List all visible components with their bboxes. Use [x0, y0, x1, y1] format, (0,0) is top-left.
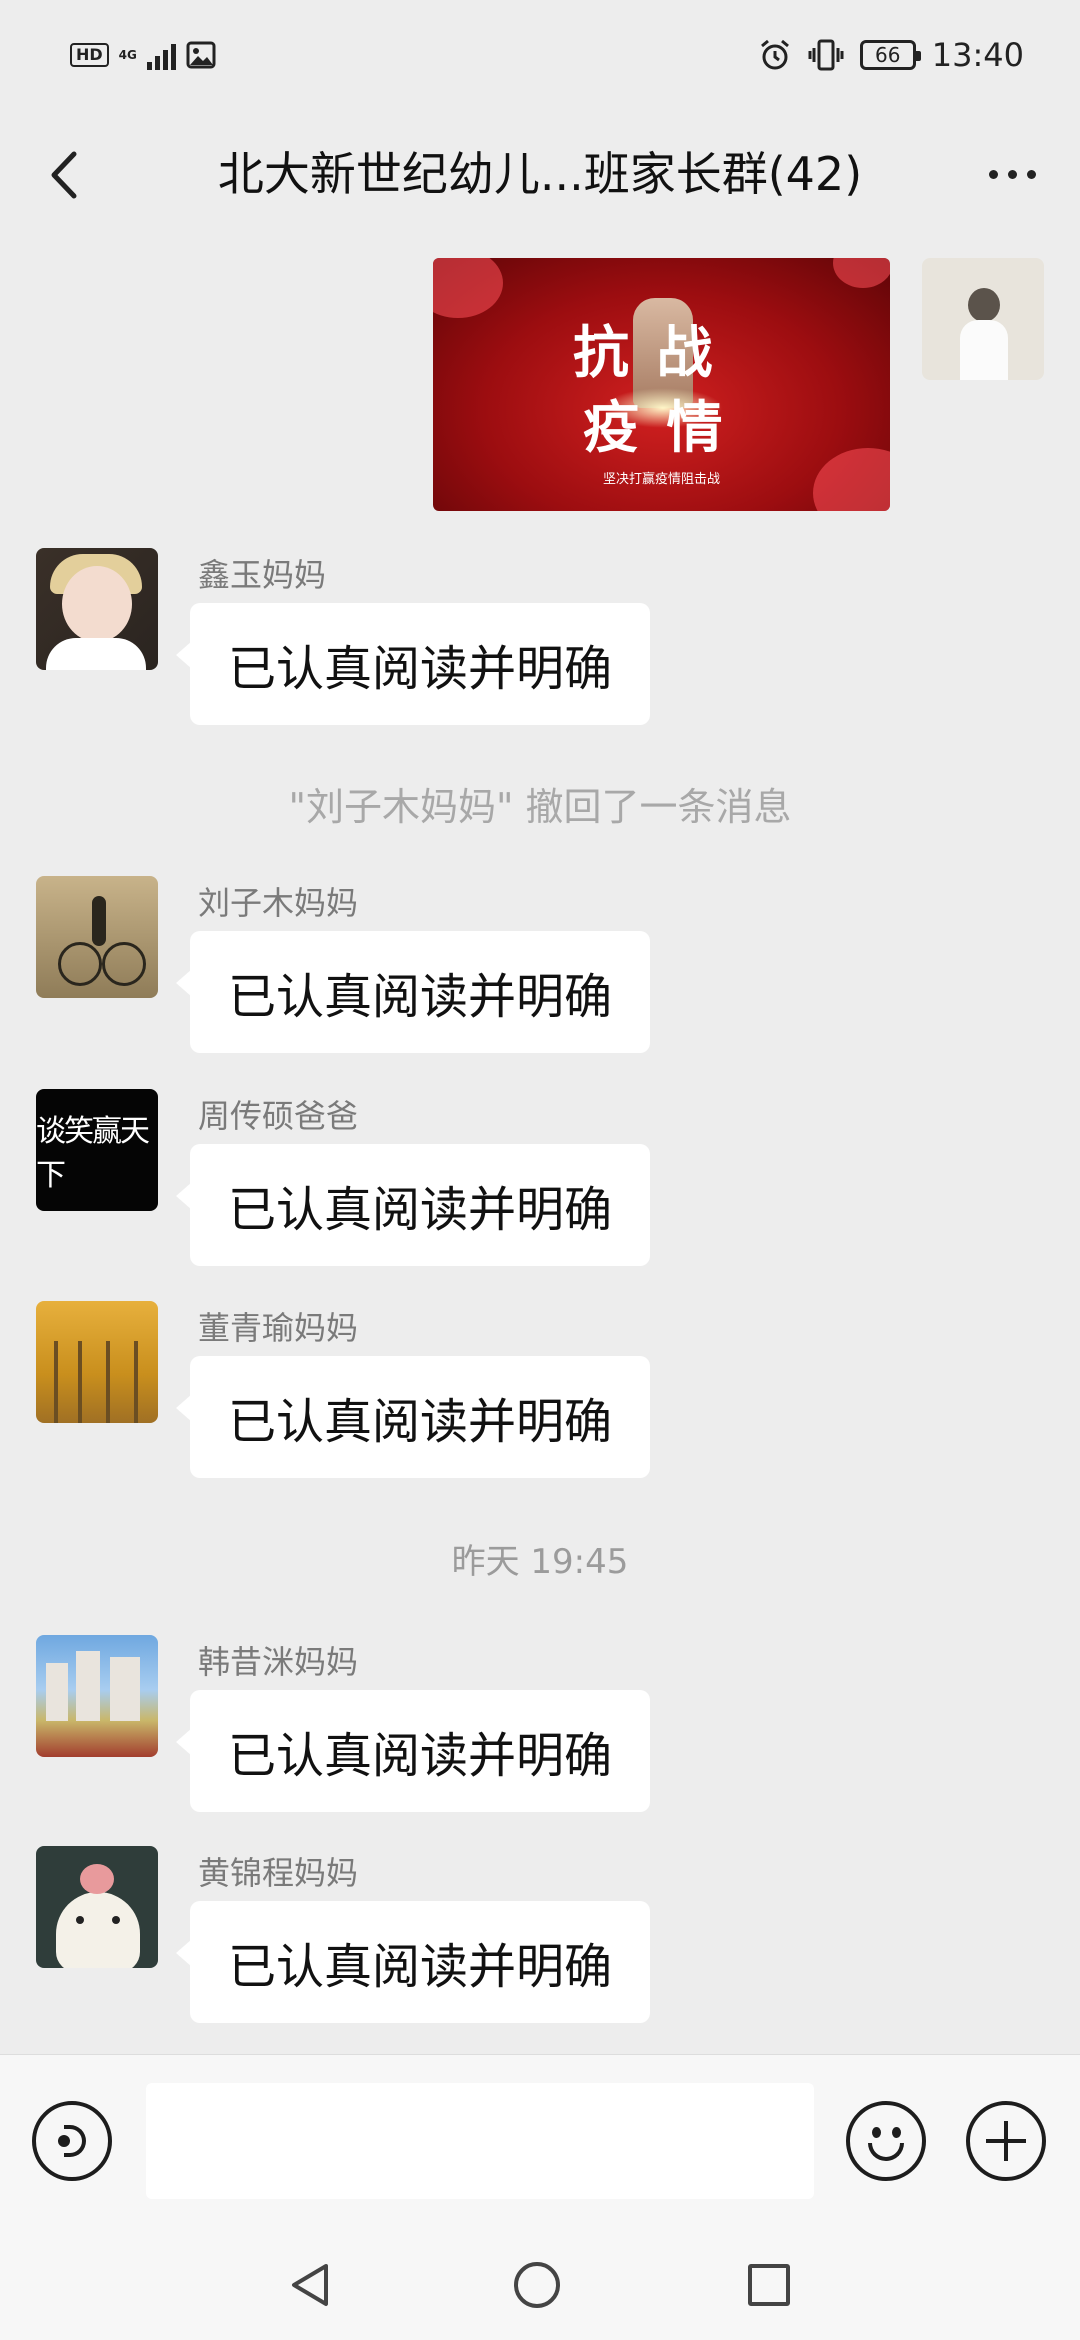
- image-text-line1: 抗 战: [573, 320, 717, 386]
- image-caption: 坚决打赢疫情阻击战: [602, 472, 720, 487]
- dot-icon: [988, 169, 998, 179]
- status-left: HD 4G: [70, 40, 216, 70]
- message-bubble[interactable]: 已认真阅读并明确: [175, 1144, 651, 1266]
- vibrate-icon: [808, 39, 844, 71]
- message-input[interactable]: [146, 2083, 814, 2199]
- image-message[interactable]: 抗 战 疫 情 坚决打赢疫情阻击战: [433, 258, 890, 511]
- avatar[interactable]: [36, 876, 158, 998]
- dot-icon: [1007, 169, 1017, 179]
- nav-home-icon[interactable]: [514, 2262, 560, 2308]
- avatar-calligraphy: 谈笑赢天下: [36, 1114, 150, 1193]
- image-notification-icon: [186, 41, 216, 69]
- network-label: 4G: [118, 47, 137, 62]
- avatar[interactable]: [36, 1301, 158, 1423]
- signal-icon: [146, 40, 176, 70]
- chat-title: 北大新世纪幼儿...班家长群(42): [217, 147, 863, 201]
- emoji-icon: [872, 2127, 881, 2138]
- emoji-button[interactable]: [846, 2101, 926, 2181]
- avatar[interactable]: [36, 1635, 158, 1757]
- system-nav-bar: [0, 2224, 1080, 2340]
- alarm-icon: [760, 39, 789, 70]
- sender-name: 韩昔洣妈妈: [198, 1643, 359, 1681]
- chat-header: 北大新世纪幼儿...班家长群(42): [0, 120, 1080, 230]
- sender-name: 董青瑜妈妈: [198, 1309, 359, 1347]
- message-bubble[interactable]: 已认真阅读并明确: [175, 931, 651, 1053]
- sender-name: 刘子木妈妈: [198, 884, 359, 922]
- message-bubble[interactable]: 已认真阅读并明确: [175, 603, 651, 725]
- hd-badge: HD: [70, 43, 109, 67]
- avatar[interactable]: [36, 548, 158, 670]
- recall-notice: "刘子木妈妈" 撤回了一条消息: [288, 785, 792, 829]
- input-bar: [0, 2054, 1080, 2225]
- chevron-left-icon: [51, 151, 77, 199]
- message-bubble[interactable]: 已认真阅读并明确: [175, 1690, 651, 1812]
- message-bubble[interactable]: 已认真阅读并明确: [175, 1901, 651, 2023]
- image-text-line2: 疫 情: [583, 395, 727, 461]
- dot-icon: [1026, 169, 1036, 179]
- nav-back-icon[interactable]: [286, 2260, 334, 2310]
- battery-icon: 66: [859, 40, 921, 70]
- more-functions-button[interactable]: [966, 2101, 1046, 2181]
- timestamp: 昨天 19:45: [451, 1542, 629, 1582]
- avatar[interactable]: 谈笑赢天下: [36, 1089, 158, 1211]
- sender-name: 鑫玉妈妈: [198, 556, 327, 594]
- status-bar: HD 4G 66 13:40: [0, 0, 1080, 120]
- self-avatar[interactable]: [922, 258, 1044, 380]
- avatar[interactable]: [36, 1846, 158, 1968]
- more-options-button[interactable]: [972, 144, 1052, 204]
- sender-name: 周传硕爸爸: [198, 1097, 359, 1135]
- sender-name: 黄锦程妈妈: [198, 1854, 359, 1892]
- voice-input-button[interactable]: [32, 2101, 112, 2181]
- status-right: 66 13:40: [758, 36, 1024, 74]
- message-bubble[interactable]: 已认真阅读并明确: [175, 1356, 651, 1478]
- nav-recents-icon[interactable]: [748, 2264, 790, 2306]
- clock: 13:40: [931, 36, 1024, 74]
- back-button[interactable]: [34, 140, 104, 210]
